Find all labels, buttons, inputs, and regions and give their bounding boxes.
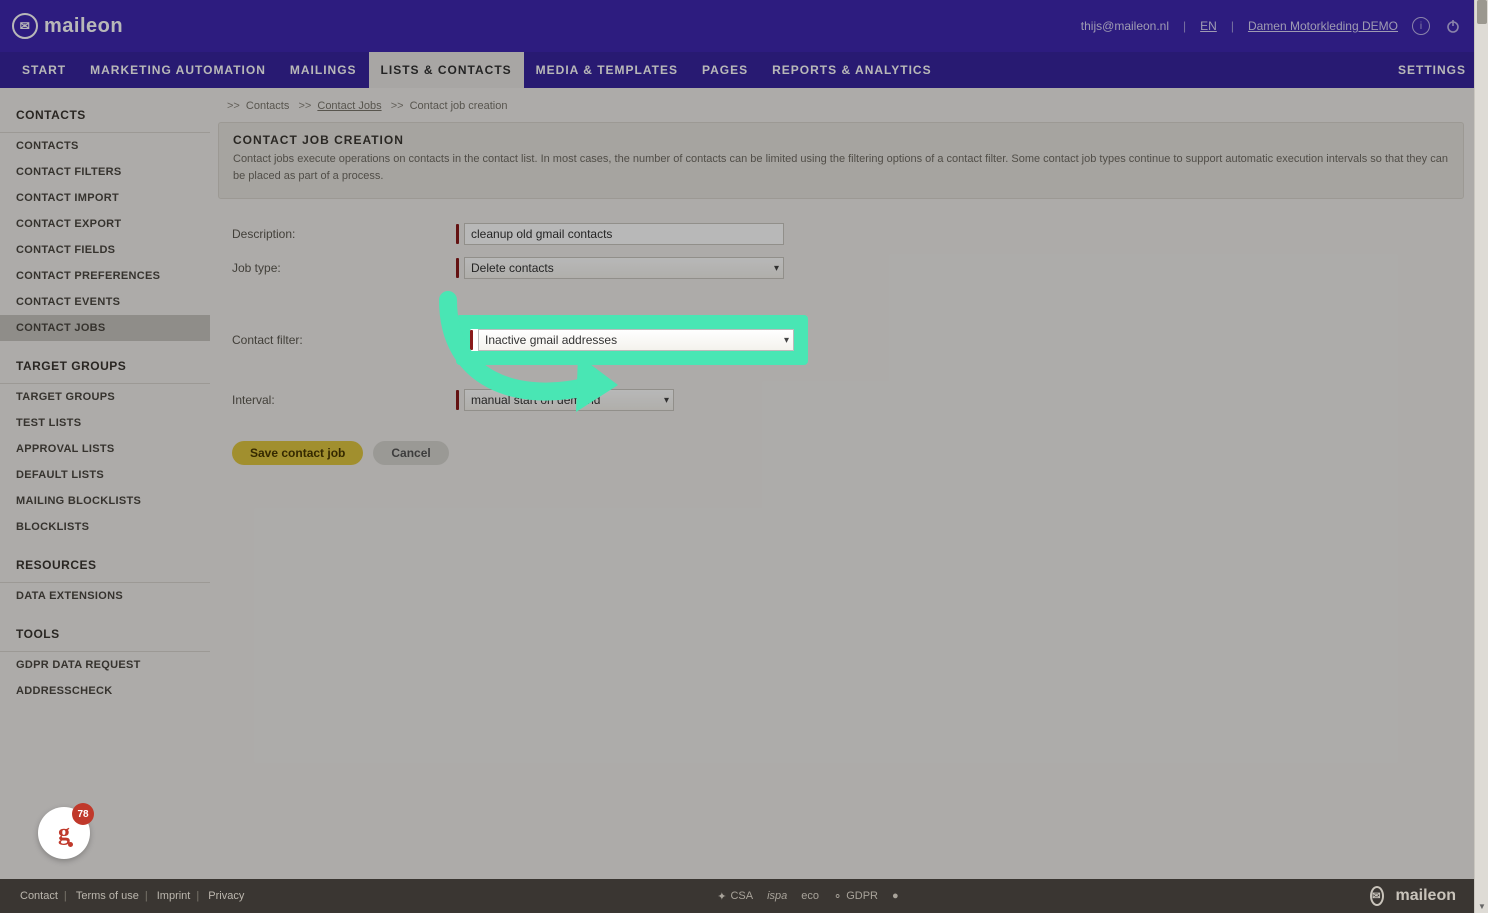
sidebar-title-tools: TOOLS	[0, 617, 210, 652]
panel-title: CONTACT JOB CREATION	[233, 133, 1449, 147]
sidebar-item-approval-lists[interactable]: APPROVAL LISTS	[0, 436, 210, 462]
nav-reports-analytics[interactable]: Reports & Analytics	[760, 52, 943, 88]
chevron-down-icon: ▾	[774, 263, 779, 274]
breadcrumb-contacts[interactable]: Contacts	[246, 100, 289, 112]
nav-mailings[interactable]: Mailings	[278, 52, 369, 88]
required-indicator	[456, 390, 459, 410]
sidebar-item-gdpr[interactable]: GDPR DATA REQUEST	[0, 652, 210, 678]
sidebar-title-resources: RESOURCES	[0, 548, 210, 583]
badge-ispa: ispa	[767, 890, 787, 902]
sidebar-item-contact-export[interactable]: CONTACT EXPORT	[0, 211, 210, 237]
window-scrollbar[interactable]: ▲ ▼	[1474, 0, 1488, 913]
dot-icon	[68, 842, 73, 847]
top-bar: ✉ maileon thijs@maileon.nl | EN | Damen …	[0, 0, 1488, 52]
breadcrumb-contact-jobs[interactable]: Contact Jobs	[317, 100, 381, 112]
footer-link-terms[interactable]: Terms of use	[76, 890, 139, 902]
footer-link-imprint[interactable]: Imprint	[157, 890, 191, 902]
content-area: >> Contacts >> Contact Jobs >> Contact j…	[210, 88, 1488, 879]
label-interval: Interval:	[232, 393, 456, 407]
badge-gdpr: ⚬GDPR	[833, 890, 878, 903]
nav-pages[interactable]: Pages	[690, 52, 760, 88]
footer-logo: ✉ maileon	[1370, 886, 1456, 906]
sidebar-title-contacts: CONTACTS	[0, 98, 210, 133]
user-email: thijs@maileon.nl	[1081, 19, 1169, 33]
sidebar-item-contact-events[interactable]: CONTACT EVENTS	[0, 289, 210, 315]
logout-icon[interactable]	[1444, 17, 1462, 35]
tenant-switch[interactable]: Damen Motorkleding DEMO	[1248, 19, 1398, 33]
sidebar-item-contacts[interactable]: CONTACTS	[0, 133, 210, 159]
sidebar-item-target-groups[interactable]: TARGET GROUPS	[0, 384, 210, 410]
footer-links: Contact| Terms of use| Imprint| Privacy	[18, 890, 246, 902]
scroll-down-icon[interactable]: ▼	[1475, 899, 1488, 913]
contact-job-form: Description: Job type: Delete contacts ▾	[218, 213, 1464, 465]
footer-logo-text: maileon	[1396, 887, 1456, 905]
select-interval-value: manual start on demand	[471, 393, 600, 407]
highlight-contact-filter: Inactive gmail addresses ▾	[456, 315, 808, 365]
header-right: thijs@maileon.nl | EN | Damen Motorkledi…	[1081, 17, 1462, 35]
badge-gsl: ●	[892, 890, 899, 902]
page-body: CONTACTS CONTACTS CONTACT FILTERS CONTAC…	[0, 88, 1488, 879]
footer-link-privacy[interactable]: Privacy	[208, 890, 244, 902]
label-job-type: Job type:	[232, 261, 456, 275]
form-actions: Save contact job Cancel	[232, 441, 1464, 465]
sidebar-item-blocklists[interactable]: BLOCKLISTS	[0, 514, 210, 540]
nav-lists-contacts[interactable]: Lists & Contacts	[369, 52, 524, 88]
select-job-type-value: Delete contacts	[471, 261, 554, 275]
select-contact-filter-value: Inactive gmail addresses	[485, 333, 617, 347]
sidebar-item-default-lists[interactable]: DEFAULT LISTS	[0, 462, 210, 488]
sidebar: CONTACTS CONTACTS CONTACT FILTERS CONTAC…	[0, 88, 210, 879]
save-contact-job-button[interactable]: Save contact job	[232, 441, 363, 465]
sidebar-title-target-groups: TARGET GROUPS	[0, 349, 210, 384]
label-contact-filter: Contact filter:	[232, 333, 456, 347]
main-nav: Start Marketing Automation Mailings List…	[0, 52, 1488, 88]
brand-logo: ✉ maileon	[12, 13, 123, 39]
required-indicator	[456, 224, 459, 244]
footer: Contact| Terms of use| Imprint| Privacy …	[0, 879, 1474, 913]
scroll-thumb[interactable]	[1477, 0, 1487, 24]
guide-widget-count: 78	[72, 803, 94, 825]
input-description[interactable]	[464, 223, 784, 245]
badge-csa: ✦CSA	[717, 890, 753, 903]
badge-eco: eco	[801, 890, 819, 902]
select-job-type[interactable]: Delete contacts ▾	[464, 257, 784, 279]
required-indicator	[456, 258, 459, 278]
guide-widget[interactable]: g 78	[38, 807, 90, 859]
required-indicator	[470, 330, 473, 350]
panel-description: Contact jobs execute operations on conta…	[233, 151, 1449, 184]
separator: |	[1183, 19, 1186, 33]
footer-badges: ✦CSA ispa eco ⚬GDPR ●	[717, 890, 898, 903]
nav-marketing-automation[interactable]: Marketing Automation	[78, 52, 278, 88]
brand-name: maileon	[44, 15, 123, 38]
sidebar-item-contact-filters[interactable]: CONTACT FILTERS	[0, 159, 210, 185]
panel-contact-job-creation: CONTACT JOB CREATION Contact jobs execut…	[218, 122, 1464, 199]
sidebar-item-contact-jobs[interactable]: CONTACT JOBS	[0, 315, 210, 341]
sidebar-item-data-extensions[interactable]: DATA EXTENSIONS	[0, 583, 210, 609]
sidebar-item-contact-preferences[interactable]: CONTACT PREFERENCES	[0, 263, 210, 289]
footer-link-contact[interactable]: Contact	[20, 890, 58, 902]
nav-start[interactable]: Start	[10, 52, 78, 88]
label-description: Description:	[232, 227, 456, 241]
select-interval[interactable]: manual start on demand ▾	[464, 389, 674, 411]
brand-mark-icon: ✉	[12, 13, 38, 39]
sidebar-item-contact-import[interactable]: CONTACT IMPORT	[0, 185, 210, 211]
chevron-down-icon: ▾	[664, 395, 669, 406]
breadcrumbs: >> Contacts >> Contact Jobs >> Contact j…	[218, 96, 1464, 122]
breadcrumb-contact-job-creation: Contact job creation	[410, 100, 508, 112]
nav-settings[interactable]: Settings	[1386, 52, 1478, 88]
cancel-button[interactable]: Cancel	[373, 441, 448, 465]
sidebar-item-mailing-blocklists[interactable]: MAILING BLOCKLISTS	[0, 488, 210, 514]
chevron-down-icon: ▾	[784, 335, 789, 346]
language-switch[interactable]: EN	[1200, 19, 1217, 33]
sidebar-item-addresscheck[interactable]: ADDRESSCHECK	[0, 678, 210, 704]
sidebar-item-contact-fields[interactable]: CONTACT FIELDS	[0, 237, 210, 263]
separator: |	[1231, 19, 1234, 33]
info-icon[interactable]: i	[1412, 17, 1430, 35]
sidebar-item-test-lists[interactable]: TEST LISTS	[0, 410, 210, 436]
select-contact-filter[interactable]: Inactive gmail addresses ▾	[478, 329, 794, 351]
nav-media-templates[interactable]: Media & Templates	[524, 52, 690, 88]
